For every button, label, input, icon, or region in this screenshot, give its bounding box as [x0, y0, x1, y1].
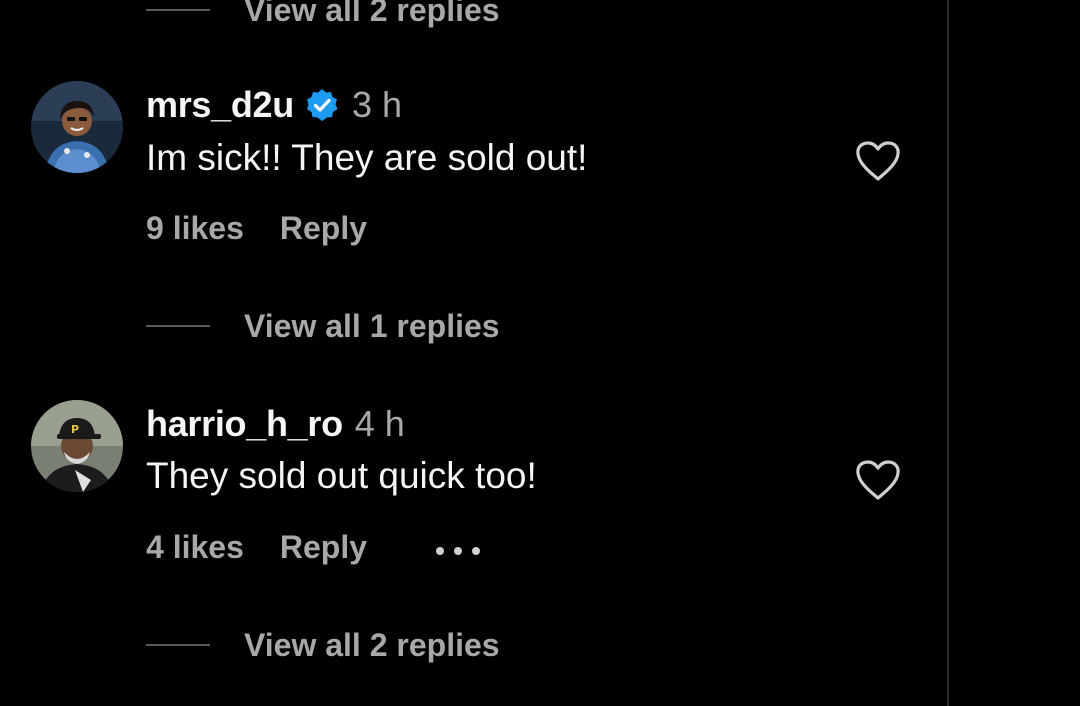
comment-header: harrio_h_ro 4 h — [146, 403, 405, 445]
comment-text: Im sick!! They are sold out! — [146, 137, 588, 178]
like-heart-icon[interactable] — [855, 140, 901, 182]
profile-photo-icon: P — [31, 400, 123, 492]
username[interactable]: mrs_d2u — [146, 84, 294, 126]
comment-actions: 9 likes Reply — [146, 210, 367, 247]
like-heart-icon[interactable] — [855, 459, 901, 501]
view-replies-top[interactable]: View all 2 replies — [146, 0, 500, 30]
svg-text:P: P — [71, 423, 79, 436]
view-replies[interactable]: View all 2 replies — [146, 625, 500, 665]
comments-panel: View all 2 replies mrs_d2u 3 h Im sick!!… — [0, 0, 1080, 706]
panel-divider — [947, 0, 949, 706]
avatar[interactable]: P — [31, 400, 123, 492]
verified-badge-icon — [304, 87, 340, 123]
reply-button[interactable]: Reply — [280, 529, 367, 566]
likes-count[interactable]: 9 likes — [146, 210, 244, 247]
reply-button[interactable]: Reply — [280, 210, 367, 247]
view-replies[interactable]: View all 1 replies — [146, 306, 500, 346]
replies-divider-line — [146, 325, 210, 327]
comment-text: They sold out quick too! — [146, 455, 537, 496]
view-replies-label[interactable]: View all 2 replies — [244, 627, 500, 664]
comment-time: 4 h — [354, 403, 405, 444]
ellipsis-icon[interactable] — [435, 543, 481, 555]
profile-photo-icon — [31, 81, 123, 173]
comment-actions: 4 likes Reply — [146, 529, 481, 566]
view-replies-label[interactable]: View all 2 replies — [244, 0, 500, 29]
username[interactable]: harrio_h_ro — [146, 403, 343, 445]
replies-divider-line — [146, 9, 210, 11]
comment-time: 3 h — [351, 84, 403, 125]
comment-header: mrs_d2u 3 h — [146, 84, 402, 126]
replies-divider-line — [146, 644, 210, 646]
likes-count[interactable]: 4 likes — [146, 529, 244, 566]
view-replies-label[interactable]: View all 1 replies — [244, 308, 500, 345]
avatar[interactable] — [31, 81, 123, 173]
